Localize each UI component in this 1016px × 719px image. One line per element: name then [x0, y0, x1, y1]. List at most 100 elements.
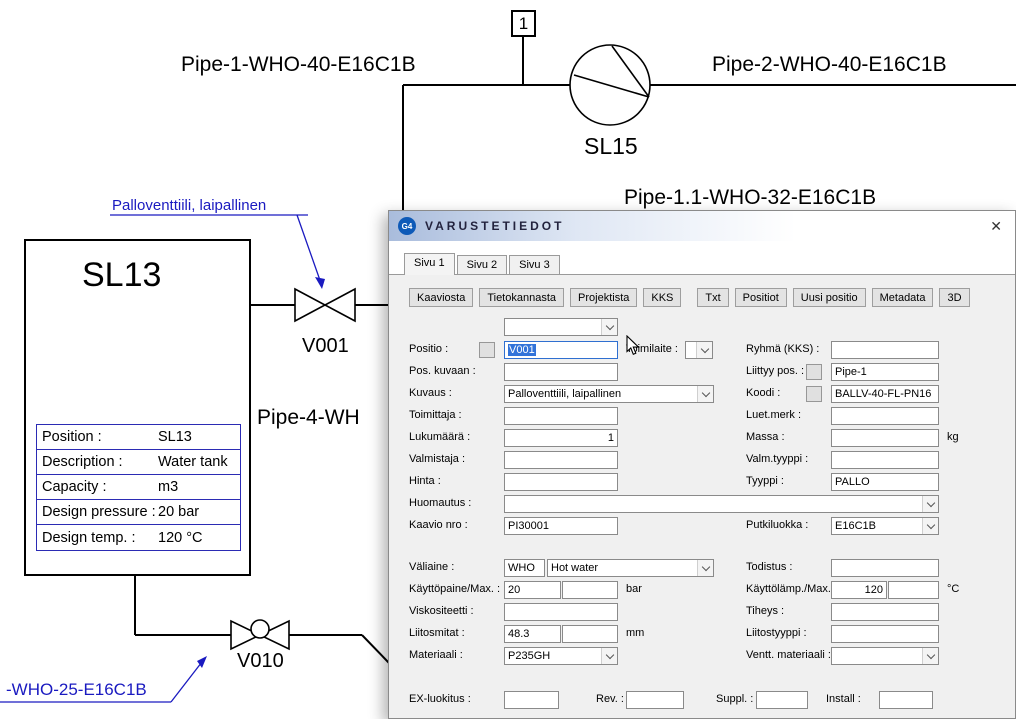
viskositeetti-input[interactable]	[504, 603, 618, 621]
viskositeetti-label: Viskositeetti :	[409, 605, 474, 617]
info-label: Capacity :	[42, 479, 158, 495]
ventt-materiaali-combo[interactable]	[831, 647, 939, 665]
koodi-label: Koodi :	[746, 387, 780, 399]
kayttopaine-label: Käyttöpaine/Max. :	[409, 583, 500, 595]
valiaine-label: Väliaine :	[409, 561, 454, 573]
tietokannasta-button[interactable]: Tietokannasta	[479, 288, 564, 307]
positiot-button[interactable]: Positiot	[735, 288, 787, 307]
valm-tyyppi-input[interactable]	[831, 451, 939, 469]
koodi-input[interactable]	[831, 385, 939, 403]
valve2-label: V010	[237, 650, 284, 673]
rev-input[interactable]	[626, 691, 684, 709]
positio-picker-button[interactable]	[479, 342, 495, 358]
projektista-button[interactable]: Projektista	[570, 288, 637, 307]
install-input[interactable]	[879, 691, 933, 709]
kuvaus-combo[interactable]: Palloventtiili, laipallinen	[504, 385, 714, 403]
chevron-down-icon	[697, 386, 713, 402]
massa-input[interactable]	[831, 429, 939, 447]
kayttolamp-input[interactable]	[831, 581, 887, 599]
info-value: 120 °C	[158, 530, 203, 546]
tyyppi-input[interactable]	[831, 473, 939, 491]
chevron-down-icon	[922, 496, 938, 512]
valmistaja-input[interactable]	[504, 451, 618, 469]
uusi-positio-button[interactable]: Uusi positio	[793, 288, 866, 307]
tab-sivu1[interactable]: Sivu 1	[404, 253, 455, 275]
massa-unit: kg	[947, 431, 959, 443]
toimittaja-input[interactable]	[504, 407, 618, 425]
materiaali-label: Materiaali :	[409, 649, 463, 661]
kayttopaine-input[interactable]	[504, 581, 561, 599]
pipe11-label: Pipe-1.1-WHO-32-E16C1B	[624, 186, 876, 210]
massa-label: Massa :	[746, 431, 785, 443]
valve1-label: V001	[302, 335, 349, 358]
hinta-input[interactable]	[504, 473, 618, 491]
varustetiedot-dialog: G4 VARUSTETIEDOT ✕ Sivu 1 Sivu 2 Sivu 3 …	[388, 210, 1016, 719]
kks-button[interactable]: KKS	[643, 288, 681, 307]
huomautus-label: Huomautus :	[409, 497, 471, 509]
kayttopaine-unit: bar	[626, 583, 642, 595]
valmistaja-label: Valmistaja :	[409, 453, 465, 465]
ventt-materiaali-label: Ventt. materiaali :	[746, 649, 831, 661]
liitosmitat-input[interactable]	[504, 625, 561, 643]
liittyy-pos-input[interactable]	[831, 363, 939, 381]
info-label: Design temp. :	[42, 530, 158, 546]
liitosmitat-max-input[interactable]	[562, 625, 618, 643]
valiaine-code-input[interactable]	[504, 559, 545, 577]
lukumaara-label: Lukumäärä :	[409, 431, 470, 443]
info-label: Position :	[42, 429, 158, 445]
luet-merk-input[interactable]	[831, 407, 939, 425]
liittyy-pos-picker-button[interactable]	[806, 364, 822, 380]
table-row: Capacity : m3	[37, 475, 240, 500]
putkiluokka-combo[interactable]: E16C1B	[831, 517, 939, 535]
huomautus-combo[interactable]	[504, 495, 939, 513]
tab-sivu2[interactable]: Sivu 2	[457, 255, 508, 274]
kuvaus-label: Kuvaus :	[409, 387, 452, 399]
lukumaara-input[interactable]	[504, 429, 618, 447]
table-row: Design temp. : 120 °C	[37, 525, 240, 550]
kayttolamp-max-input[interactable]	[888, 581, 939, 599]
close-icon[interactable]: ✕	[990, 218, 1002, 234]
ex-luokitus-label: EX-luokitus :	[409, 693, 471, 705]
suppl-input[interactable]	[756, 691, 808, 709]
kaaviosta-button[interactable]: Kaaviosta	[409, 288, 473, 307]
info-label: Design pressure :	[42, 504, 158, 520]
dialog-toolbar: Kaaviosta Tietokannasta Projektista KKS …	[409, 288, 970, 307]
ryhma-input[interactable]	[831, 341, 939, 359]
liitosmitat-unit: mm	[626, 627, 644, 639]
materiaali-combo[interactable]: P235GH	[504, 647, 618, 665]
valm-tyyppi-label: Valm.tyyppi :	[746, 453, 808, 465]
tiheys-input[interactable]	[831, 603, 939, 621]
3d-button[interactable]: 3D	[939, 288, 969, 307]
tiheys-label: Tiheys :	[746, 605, 784, 617]
chevron-down-icon	[922, 518, 938, 534]
valiaine-value: Hot water	[551, 562, 598, 574]
info-value: 20 bar	[158, 504, 199, 520]
todistus-label: Todistus :	[746, 561, 792, 573]
app-icon: G4	[398, 217, 416, 235]
table-row: Design pressure : 20 bar	[37, 500, 240, 525]
ex-luokitus-input[interactable]	[504, 691, 559, 709]
positio-selected-text: V001	[508, 344, 536, 356]
txt-button[interactable]: Txt	[697, 288, 728, 307]
kuvaus-value: Palloventtiili, laipallinen	[508, 388, 621, 400]
tab-sivu3[interactable]: Sivu 3	[509, 255, 560, 274]
liitosmitat-label: Liitosmitat :	[409, 627, 465, 639]
valiaine-combo[interactable]: Hot water	[547, 559, 714, 577]
info-value: SL13	[158, 429, 192, 445]
dialog-titlebar[interactable]: G4 VARUSTETIEDOT ✕	[389, 211, 1015, 241]
koodi-picker-button[interactable]	[806, 386, 822, 402]
todistus-input[interactable]	[831, 559, 939, 577]
metadata-button[interactable]: Metadata	[872, 288, 934, 307]
kaavio-nro-input[interactable]	[504, 517, 618, 535]
chevron-down-icon	[601, 319, 617, 335]
position-select-combo[interactable]	[504, 318, 618, 336]
kayttopaine-max-input[interactable]	[562, 581, 618, 599]
rev-label: Rev. :	[596, 693, 624, 705]
liitostyyppi-input[interactable]	[831, 625, 939, 643]
positio-label: Positio :	[409, 343, 448, 355]
toimilaite-combo[interactable]	[685, 341, 713, 359]
pos-kuvaan-input[interactable]	[504, 363, 618, 381]
pipe25-label: -WHO-25-E16C1B	[6, 680, 147, 700]
tank-label: SL13	[82, 256, 161, 295]
positio-input[interactable]: V001	[504, 341, 618, 359]
